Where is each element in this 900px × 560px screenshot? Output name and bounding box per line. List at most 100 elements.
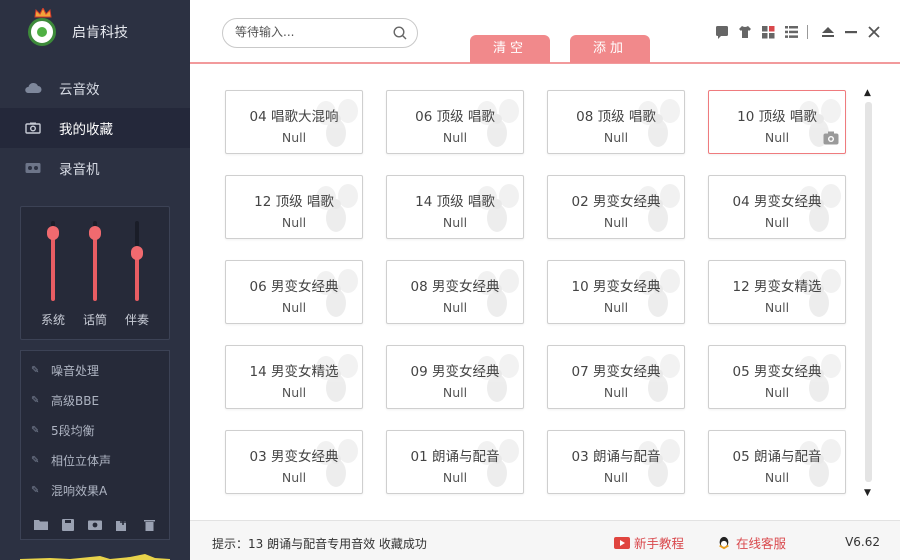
folder-icon[interactable] (33, 519, 49, 533)
effect-card[interactable]: 05 朗诵与配音 Null (708, 430, 846, 494)
effects-grid: 04 唱歌大混响 Null 06 顶级 唱歌 Null 08 顶级 唱歌 Null 10 顶… (225, 90, 849, 500)
support-link[interactable]: 在线客服 (716, 533, 786, 552)
snapshot-icon[interactable] (87, 519, 103, 533)
camera-icon (24, 121, 42, 135)
audio-waveform (20, 554, 170, 560)
pin-icon: ✎ (31, 364, 40, 376)
add-icon[interactable] (114, 519, 130, 533)
effect-card[interactable]: 03 朗诵与配音 Null (547, 430, 685, 494)
sidebar-item-label: 云音效 (59, 82, 100, 98)
system-volume-slider[interactable] (47, 221, 59, 301)
sidebar-item-favorites[interactable]: 我的收藏 (0, 108, 190, 148)
save-icon[interactable] (60, 519, 76, 533)
effect-card[interactable]: 05 男变女经典 Null (708, 345, 846, 409)
effect-card[interactable]: 14 男变女精选 Null (225, 345, 363, 409)
effect-card-status: Null (442, 215, 468, 230)
sidebar-item-recorder[interactable]: 录音机 (0, 148, 190, 188)
qq-icon (719, 536, 729, 549)
crown-icon (34, 8, 52, 18)
effect-card-status: Null (603, 130, 629, 145)
tutorial-link[interactable]: 新手教程 (614, 533, 684, 552)
effect-item[interactable]: ✎ 高级BBE (21, 385, 169, 415)
clear-button[interactable]: 清空 (470, 35, 550, 63)
effect-card[interactable]: 02 男变女经典 Null (547, 175, 685, 239)
scroll-up-icon[interactable]: ▲ (864, 88, 871, 98)
effect-card[interactable]: 12 顶级 唱歌 Null (225, 175, 363, 239)
volume-mixer: 系统 话筒 伴奏 (20, 206, 170, 340)
pin-icon: ✎ (31, 454, 40, 466)
effect-card-status: Null (442, 385, 468, 400)
tutorial-label: 新手教程 (634, 536, 685, 551)
effect-card[interactable]: 14 顶级 唱歌 Null (386, 175, 524, 239)
effect-card-status: Null (442, 130, 468, 145)
grid-view-icon[interactable] (760, 24, 776, 40)
pin-icon: ✎ (31, 394, 40, 406)
sidebar-item-cloud-effects[interactable]: 云音效 (0, 68, 190, 108)
effect-card-status: Null (764, 300, 790, 315)
effect-card[interactable]: 06 顶级 唱歌 Null (386, 90, 524, 154)
effect-card-status: Null (281, 130, 307, 145)
effect-card[interactable]: 12 男变女精选 Null (708, 260, 846, 324)
delete-icon[interactable] (141, 519, 157, 533)
effect-card[interactable]: 10 顶级 唱歌 Null (708, 90, 846, 154)
effect-card[interactable]: 07 男变女经典 Null (547, 345, 685, 409)
effect-label: 高级BBE (51, 393, 100, 408)
scrollbar[interactable]: ▲ ▼ (862, 88, 876, 498)
collapse-icon[interactable] (820, 24, 836, 40)
effects-panel: ✎ 噪音处理 ✎ 高级BBE ✎ 5段均衡 ✎ 相位立体声 ✎ 混响效果A (20, 350, 170, 540)
window-controls (707, 24, 882, 40)
feedback-icon[interactable] (714, 24, 730, 40)
recorder-icon (24, 161, 42, 175)
support-label: 在线客服 (736, 536, 787, 551)
list-view-icon[interactable] (783, 24, 799, 40)
effect-card-title: 12 顶级 唱歌 (254, 194, 334, 210)
effect-card-status: Null (442, 470, 468, 485)
effect-card-title: 10 男变女经典 (571, 279, 661, 295)
effect-item[interactable]: ✎ 混响效果A (21, 475, 169, 505)
effect-card[interactable]: 03 男变女经典 Null (225, 430, 363, 494)
effect-card-status: Null (281, 385, 307, 400)
effect-card[interactable]: 01 朗诵与配音 Null (386, 430, 524, 494)
effect-card-title: 03 男变女经典 (249, 449, 339, 465)
camera-icon[interactable] (823, 131, 839, 145)
mic-volume-slider[interactable] (89, 221, 101, 301)
effect-label: 混响效果A (51, 483, 108, 498)
effect-card[interactable]: 06 男变女经典 Null (225, 260, 363, 324)
effect-card-title: 01 朗诵与配音 (410, 449, 500, 465)
effect-card[interactable]: 09 男变女经典 Null (386, 345, 524, 409)
search-icon[interactable] (393, 26, 407, 40)
effect-card[interactable]: 04 唱歌大混响 Null (225, 90, 363, 154)
sidebar: 启肯科技 云音效 我的收藏 录音机 系统 话筒 伴奏 ✎ 噪音处理 ✎ 高级BB… (0, 0, 190, 560)
effect-toolbar (21, 519, 169, 533)
effect-label: 噪音处理 (51, 363, 100, 378)
pin-icon: ✎ (31, 424, 40, 436)
sidebar-item-label: 录音机 (59, 162, 100, 178)
effect-card-title: 02 男变女经典 (571, 194, 661, 210)
effect-card[interactable]: 08 男变女经典 Null (386, 260, 524, 324)
close-icon[interactable] (866, 24, 882, 40)
effect-card-status: Null (603, 215, 629, 230)
accompaniment-volume-slider[interactable] (131, 221, 143, 301)
skin-icon[interactable] (737, 24, 753, 40)
effect-card[interactable]: 08 顶级 唱歌 Null (547, 90, 685, 154)
effect-item[interactable]: ✎ 噪音处理 (21, 355, 169, 385)
effect-card-title: 14 顶级 唱歌 (415, 194, 495, 210)
scroll-thumb[interactable] (865, 102, 872, 482)
add-button[interactable]: 添加 (570, 35, 650, 63)
effect-item[interactable]: ✎ 5段均衡 (21, 415, 169, 445)
slider-label-accompaniment: 伴奏 (124, 313, 149, 327)
minimize-icon[interactable] (843, 24, 859, 40)
search-input[interactable] (235, 25, 385, 39)
scroll-down-icon[interactable]: ▼ (864, 488, 871, 498)
pin-icon: ✎ (31, 484, 40, 496)
effect-card-status: Null (281, 470, 307, 485)
sidebar-item-label: 我的收藏 (59, 122, 113, 138)
effect-card-status: Null (764, 385, 790, 400)
effect-card-title: 06 顶级 唱歌 (415, 109, 495, 125)
effect-card-status: Null (442, 300, 468, 315)
effect-card-title: 14 男变女精选 (249, 364, 339, 380)
effect-item[interactable]: ✎ 相位立体声 (21, 445, 169, 475)
effect-card-title: 08 男变女经典 (410, 279, 500, 295)
effect-card[interactable]: 04 男变女经典 Null (708, 175, 846, 239)
effect-card[interactable]: 10 男变女经典 Null (547, 260, 685, 324)
